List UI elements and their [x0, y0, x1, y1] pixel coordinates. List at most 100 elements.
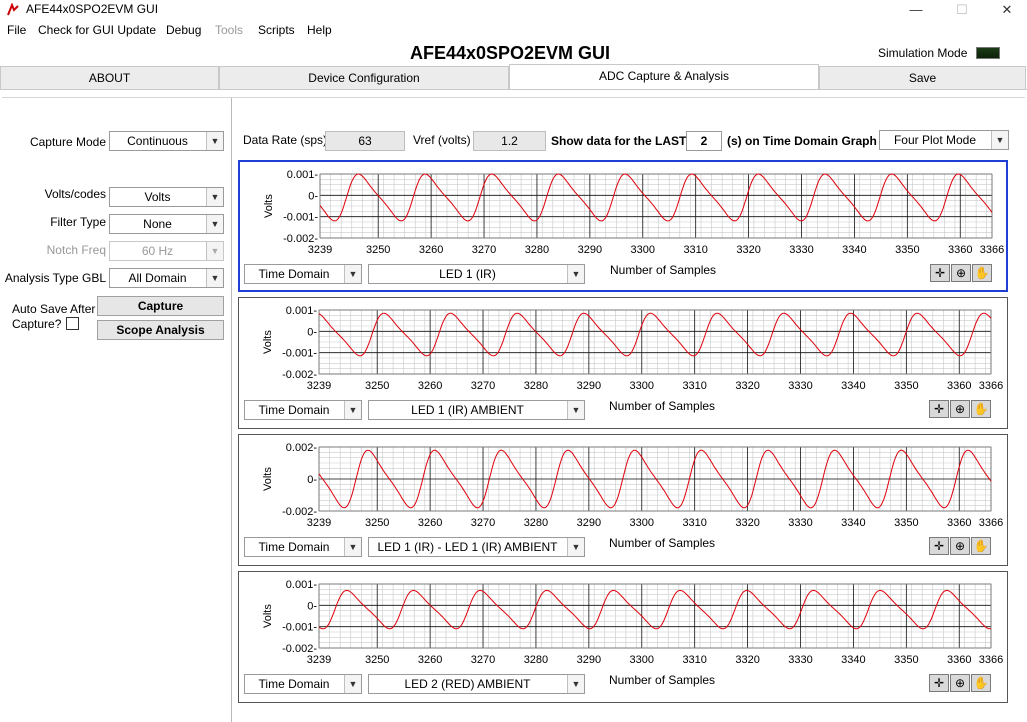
x-tick-label: 3360	[948, 244, 972, 256]
domain-select[interactable]: Time Domain ▼	[244, 674, 362, 694]
capture-mode-select[interactable]: Continuous ▼	[109, 131, 224, 151]
x-tick-label: 3290	[577, 517, 601, 529]
data-rate-label: Data Rate (sps)	[243, 133, 328, 147]
graph-panel-1[interactable]: 0.001- 0- -0.001- -0.002- 3239 3250 3260 3270 32…	[238, 160, 1008, 292]
x-tick-label: 3360	[947, 380, 971, 392]
x-tick-label: 3366	[979, 380, 1003, 392]
graph-panel-2[interactable]: 0.001- 0- -0.001- -0.002- 3239 3250 3260 3270 32…	[238, 297, 1008, 429]
x-tick-label: 3320	[736, 244, 760, 256]
capture-mode-value: Continuous	[127, 134, 188, 148]
plot-mode-value: Four Plot Mode	[893, 133, 977, 147]
domain-value: Time Domain	[258, 403, 330, 417]
x-tick-label: 3239	[307, 380, 331, 392]
chevron-down-icon: ▼	[344, 265, 361, 283]
data-rate-field: 63	[325, 131, 405, 151]
zoom-tool-icon[interactable]: ⊕	[950, 400, 970, 418]
auto-save-checkbox[interactable]	[66, 317, 79, 330]
y-tick-label: 0-	[308, 190, 318, 202]
filter-type-select[interactable]: None ▼	[109, 214, 224, 234]
x-tick-label: 3320	[735, 654, 759, 666]
chevron-down-icon: ▼	[567, 538, 584, 556]
app-icon	[6, 2, 20, 17]
x-axis-label: Number of Samples	[609, 399, 716, 413]
volts-codes-select[interactable]: Volts ▼	[109, 187, 224, 207]
pan-tool-icon[interactable]: ✋	[971, 674, 991, 692]
chevron-down-icon: ▼	[567, 675, 584, 693]
cursor-tool-icon[interactable]: ✛	[929, 674, 949, 692]
domain-value: Time Domain	[258, 540, 330, 554]
signal-value: LED 1 (IR) AMBIENT	[411, 403, 524, 417]
signal-select[interactable]: LED 2 (RED) AMBIENT ▼	[368, 674, 585, 694]
scope-analysis-button[interactable]: Scope Analysis	[97, 320, 224, 340]
x-axis-label: Number of Samples	[609, 536, 716, 550]
graph-panel-4[interactable]: 0.001- 0- -0.001- -0.002- 3239 3250 3260 3270 32…	[238, 571, 1008, 703]
zoom-tool-icon[interactable]: ⊕	[950, 537, 970, 555]
x-tick-label: 3330	[788, 517, 812, 529]
volts-codes-label: Volts/codes	[44, 187, 106, 201]
x-axis-label: Number of Samples	[609, 673, 716, 687]
chevron-down-icon: ▼	[567, 265, 584, 283]
capture-button[interactable]: Capture	[97, 296, 224, 316]
simulation-mode-led	[976, 47, 1000, 59]
x-tick-label: 3270	[472, 244, 496, 256]
filter-type-value: None	[143, 217, 172, 231]
menu-help[interactable]: Help	[307, 23, 332, 37]
x-tick-label: 3350	[894, 517, 918, 529]
minimize-button[interactable]: —	[893, 0, 939, 20]
signal-select[interactable]: LED 1 (IR) - LED 1 (IR) AMBIENT ▼	[368, 537, 585, 557]
x-tick-label: 3366	[980, 244, 1004, 256]
menu-scripts[interactable]: Scripts	[258, 23, 295, 37]
menu-debug[interactable]: Debug	[166, 23, 201, 37]
auto-save-label: Auto Save After	[12, 302, 96, 316]
cursor-tool-icon[interactable]: ✛	[929, 400, 949, 418]
plot-mode-select[interactable]: Four Plot Mode ▼	[879, 130, 1009, 150]
domain-select[interactable]: Time Domain ▼	[244, 264, 362, 284]
y-tick-label: 0-	[307, 326, 317, 338]
zoom-tool-icon[interactable]: ⊕	[951, 264, 971, 282]
tab-device-configuration[interactable]: Device Configuration	[219, 66, 509, 90]
menu-tools: Tools	[215, 23, 244, 37]
capture-mode-label: Capture Mode	[29, 135, 106, 149]
signal-select[interactable]: LED 1 (IR) ▼	[368, 264, 585, 284]
tab-about[interactable]: ABOUT	[0, 66, 219, 90]
domain-select[interactable]: Time Domain ▼	[244, 400, 362, 420]
signal-select[interactable]: LED 1 (IR) AMBIENT ▼	[368, 400, 585, 420]
x-tick-label: 3340	[841, 654, 865, 666]
x-tick-label: 3250	[365, 517, 389, 529]
chevron-down-icon: ▼	[344, 538, 361, 556]
show-seconds-input[interactable]: 2	[686, 131, 722, 151]
domain-value: Time Domain	[258, 677, 330, 691]
x-tick-label: 3260	[418, 380, 442, 392]
zoom-tool-icon[interactable]: ⊕	[950, 674, 970, 692]
signal-value: LED 1 (IR) - LED 1 (IR) AMBIENT	[377, 540, 558, 554]
domain-select[interactable]: Time Domain ▼	[244, 537, 362, 557]
menu-file[interactable]: File	[7, 23, 26, 37]
chevron-down-icon: ▼	[344, 675, 361, 693]
graph-tools: ✛ ⊕ ✋	[929, 537, 993, 555]
filter-type-label: Filter Type	[50, 215, 106, 229]
y-tick-label: -0.001-	[283, 212, 318, 224]
x-tick-label: 3366	[979, 654, 1003, 666]
menu-check-update[interactable]: Check for GUI Update	[38, 23, 156, 37]
x-tick-label: 3250	[366, 244, 390, 256]
x-tick-label: 3350	[894, 654, 918, 666]
analysis-type-select[interactable]: All Domain ▼	[109, 268, 224, 288]
x-tick-label: 3310	[682, 517, 706, 529]
x-tick-label: 3320	[735, 380, 759, 392]
x-tick-label: 3350	[895, 244, 919, 256]
chevron-down-icon: ▼	[206, 132, 223, 150]
pan-tool-icon[interactable]: ✋	[972, 264, 992, 282]
x-tick-label: 3270	[471, 517, 495, 529]
pan-tool-icon[interactable]: ✋	[971, 400, 991, 418]
cursor-tool-icon[interactable]: ✛	[930, 264, 950, 282]
tab-adc-capture[interactable]: ADC Capture & Analysis	[509, 64, 819, 90]
tab-save[interactable]: Save	[819, 66, 1026, 90]
close-button[interactable]: ✕	[984, 0, 1027, 20]
maximize-button[interactable]: ☐	[939, 0, 985, 20]
graph-panel-3[interactable]: 0.002- 0- -0.002- 3239 3250 3260 3270 3280 3290 3…	[238, 434, 1008, 566]
x-tick-label: 3340	[842, 244, 866, 256]
pan-tool-icon[interactable]: ✋	[971, 537, 991, 555]
x-tick-label: 3330	[789, 244, 813, 256]
cursor-tool-icon[interactable]: ✛	[929, 537, 949, 555]
show-data-suffix: (s) on Time Domain Graph	[727, 134, 877, 148]
